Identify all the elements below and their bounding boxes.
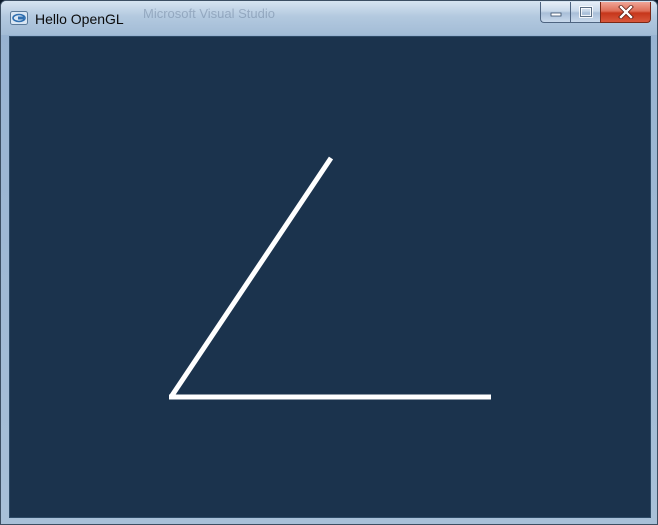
close-button[interactable] (600, 2, 651, 23)
close-icon (617, 5, 634, 19)
angle-diagonal-line (168, 156, 334, 399)
maximize-button[interactable] (570, 2, 600, 23)
minimize-button[interactable] (540, 2, 570, 23)
render-canvas (168, 156, 491, 400)
title-bar[interactable]: Microsoft Visual Studio Hello OpenGL (1, 1, 657, 35)
app-window: Microsoft Visual Studio Hello OpenGL (0, 0, 658, 525)
background-window-title: Microsoft Visual Studio (143, 6, 275, 21)
minimize-icon (550, 12, 561, 17)
window-title: Hello OpenGL (35, 11, 124, 27)
opengl-app-icon (10, 11, 28, 25)
caption-buttons (540, 2, 651, 24)
maximize-icon (578, 6, 593, 18)
opengl-viewport[interactable] (9, 36, 651, 518)
